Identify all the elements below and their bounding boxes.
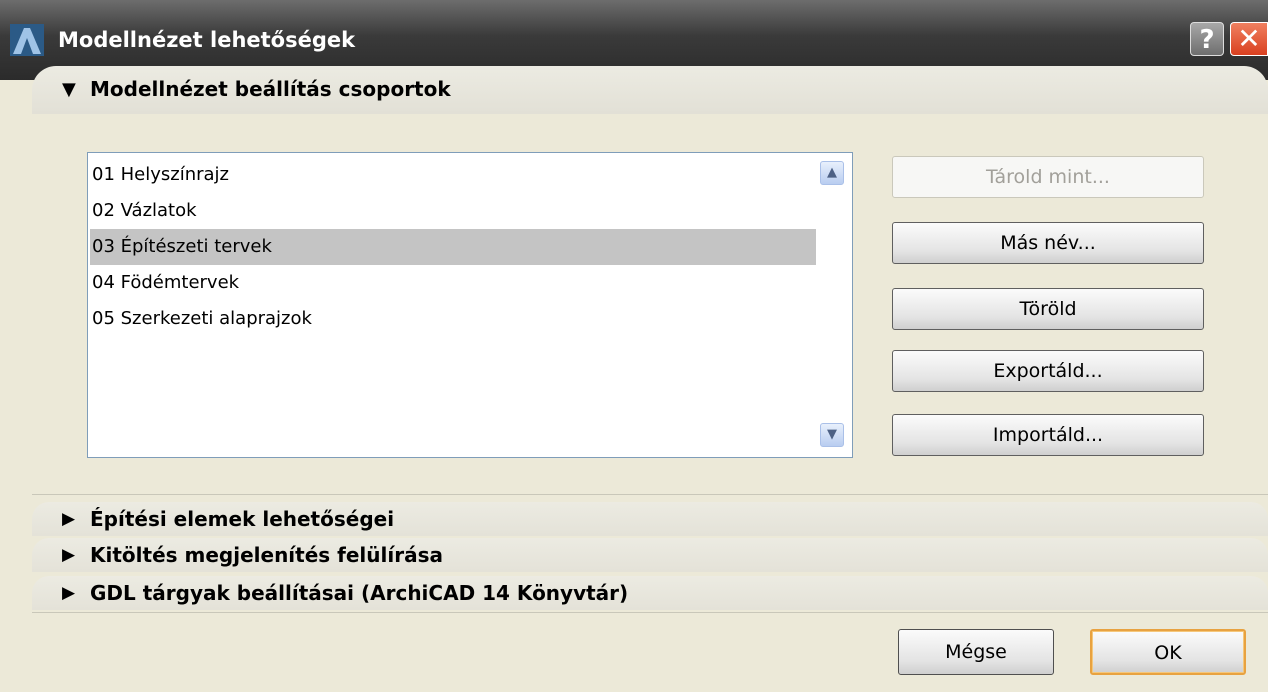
window-title: Modellnézet lehetőségek (58, 28, 356, 52)
scroll-down-button[interactable]: ▼ (820, 423, 844, 447)
section-header-fill-override[interactable]: ▶ Kitöltés megjelenítés felülírása (32, 538, 1268, 572)
list-item[interactable]: 01 Helyszínrajz (90, 157, 816, 193)
close-button[interactable]: ✕ (1230, 22, 1268, 56)
section-label: GDL tárgyak beállításai (ArchiCAD 14 Kön… (90, 581, 629, 605)
collapsed-arrow-icon: ▶ (62, 583, 76, 603)
help-button[interactable]: ? (1190, 22, 1224, 56)
scroll-up-button[interactable]: ▲ (820, 161, 844, 185)
section-header-view-groups[interactable]: ▼ Modellnézet beállítás csoportok (32, 66, 1268, 114)
section-header-gdl-objects[interactable]: ▶ GDL tárgyak beállításai (ArchiCAD 14 K… (32, 576, 1268, 610)
collapsed-arrow-icon: ▶ (62, 509, 76, 529)
chevron-up-icon: ▲ (827, 165, 837, 180)
store-as-button[interactable]: Tárold mint... (892, 156, 1204, 198)
chevron-down-icon: ▼ (827, 427, 837, 442)
expanded-arrow-icon: ▼ (62, 79, 76, 100)
section-label: Kitöltés megjelenítés felülírása (90, 543, 443, 567)
section-header-building-elements[interactable]: ▶ Építési elemek lehetőségei (32, 502, 1268, 536)
ok-button[interactable]: OK (1090, 629, 1246, 675)
delete-button[interactable]: Töröld (892, 288, 1204, 330)
footer-divider (32, 612, 1268, 613)
view-groups-list[interactable]: 01 Helyszínrajz 02 Vázlatok 03 Építészet… (87, 152, 853, 458)
help-icon: ? (1199, 25, 1215, 55)
archicad-logo-icon (10, 24, 44, 56)
dialog-window: Modellnézet lehetőségek ? ✕ ▼ Modellnéze… (0, 0, 1268, 692)
section-divider (32, 494, 1268, 495)
collapsed-arrow-icon: ▶ (62, 545, 76, 565)
cancel-button[interactable]: Mégse (898, 629, 1054, 675)
list-item[interactable]: 02 Vázlatok (90, 193, 816, 229)
section-label: Modellnézet beállítás csoportok (90, 77, 451, 101)
close-icon: ✕ (1237, 22, 1261, 55)
list-item-selected[interactable]: 03 Építészeti tervek (90, 229, 816, 265)
list-item[interactable]: 05 Szerkezeti alaprajzok (90, 301, 816, 337)
import-button[interactable]: Importáld... (892, 414, 1204, 456)
export-button[interactable]: Exportáld... (892, 350, 1204, 392)
section-label: Építési elemek lehetőségei (90, 507, 395, 531)
rename-button[interactable]: Más név... (892, 222, 1204, 264)
list-item[interactable]: 04 Födémtervek (90, 265, 816, 301)
